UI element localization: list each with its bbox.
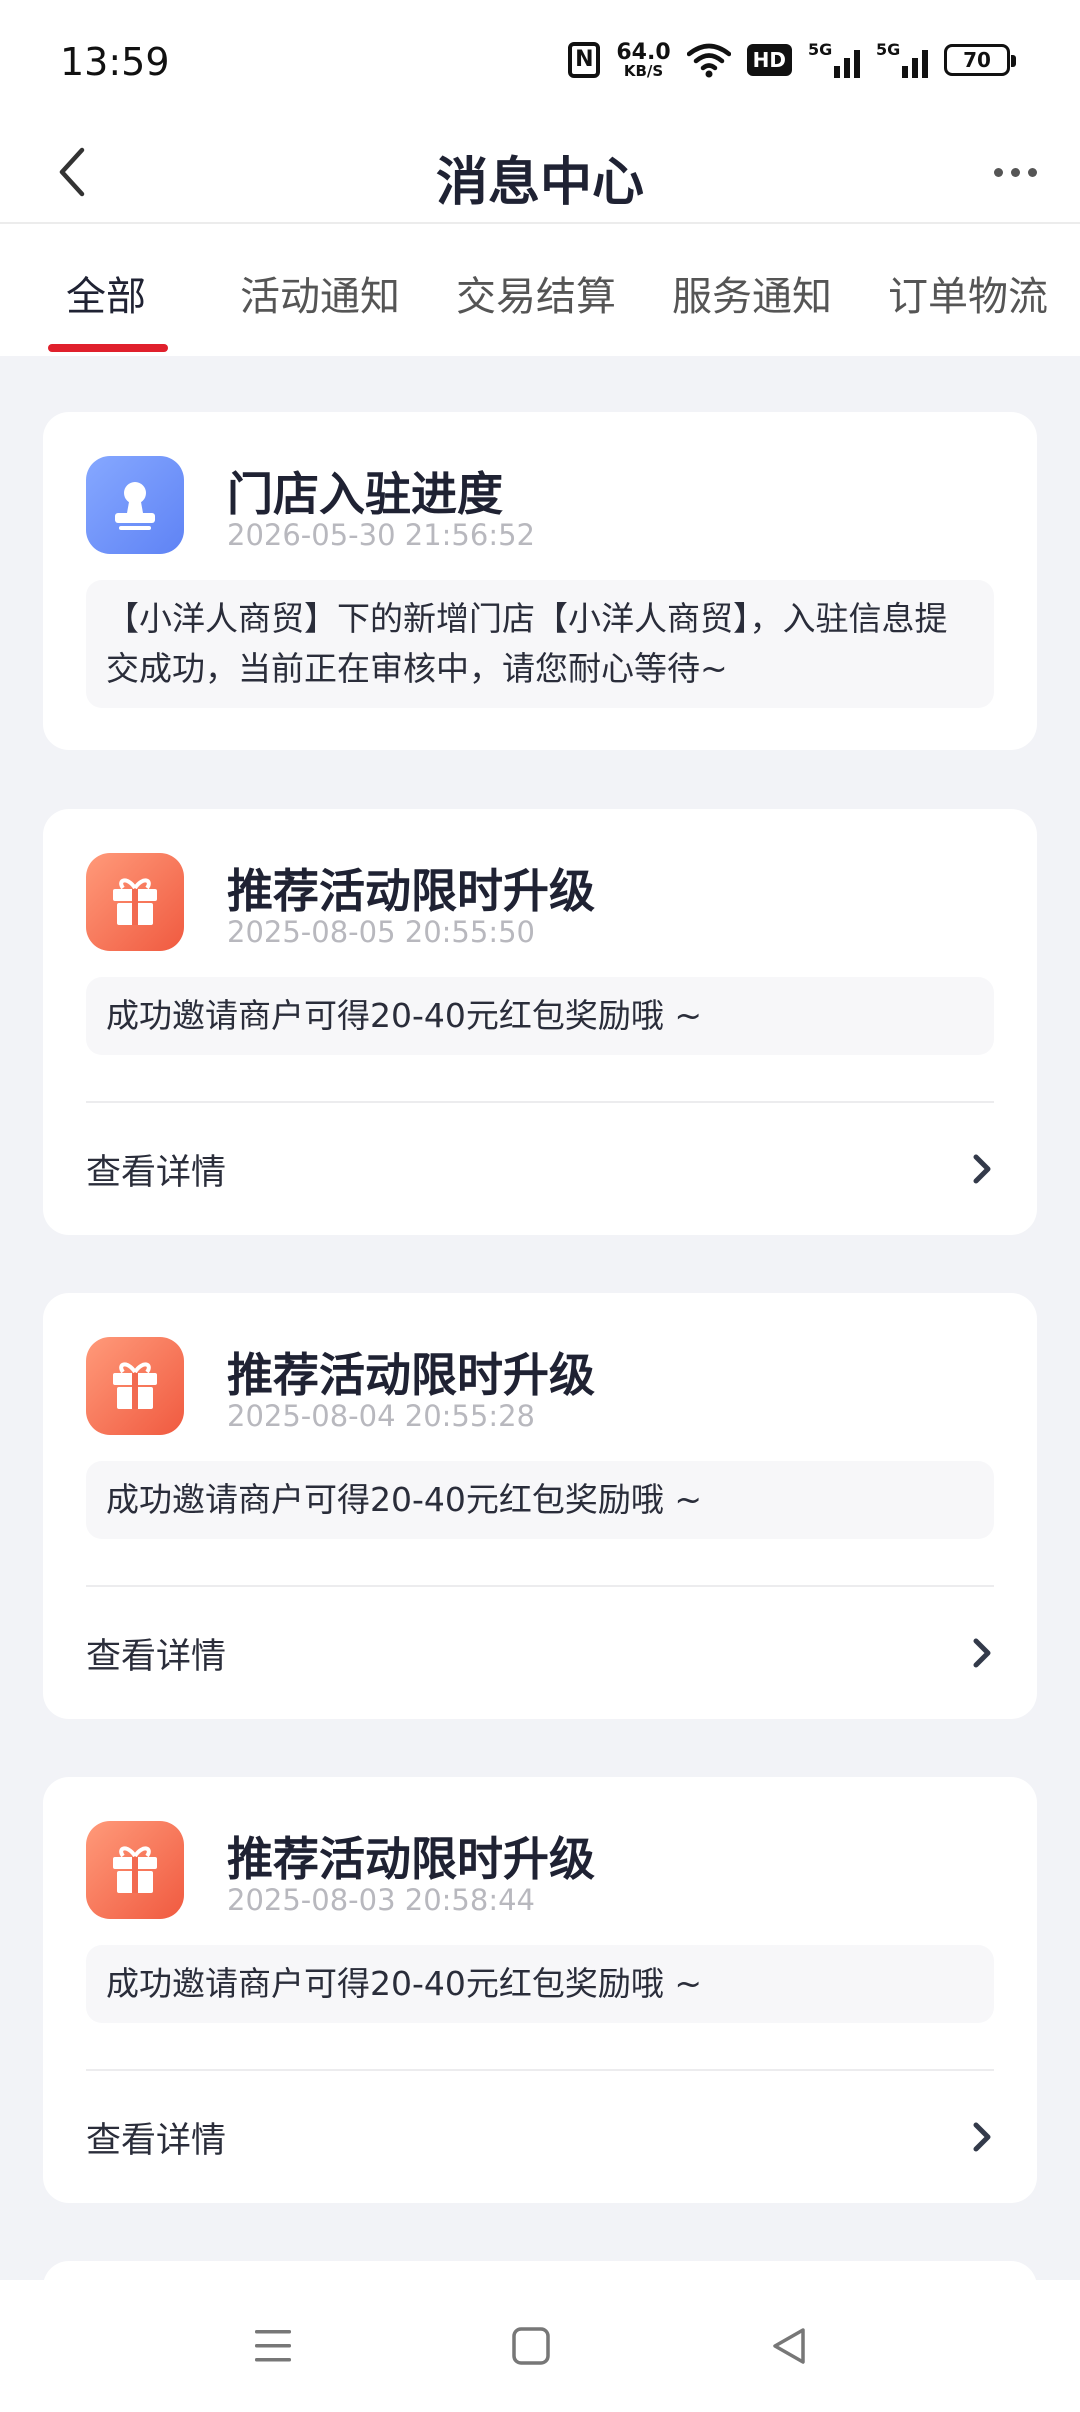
- system-nav-bar: [0, 2280, 1080, 2412]
- message-time: 2025-08-03 20:58:44: [227, 1883, 535, 1917]
- stamp-icon: [86, 456, 184, 554]
- gift-icon: [86, 1337, 184, 1435]
- more-dot-icon: [1027, 167, 1037, 177]
- message-title: 推荐活动限时升级: [227, 864, 595, 918]
- network-speed-unit: KB/S: [623, 61, 664, 80]
- more-options-button[interactable]: [980, 144, 1050, 200]
- message-time: 2025-08-04 20:55:28: [227, 1399, 535, 1433]
- message-time: 2025-08-05 20:55:50: [227, 915, 535, 949]
- menu-icon: [255, 2330, 291, 2362]
- battery-icon: 70: [944, 44, 1016, 76]
- recent-apps-button[interactable]: [238, 2316, 308, 2376]
- message-card[interactable]: 门店入驻进度 2026-05-30 21:56:52 【小洋人商贸】下的新增门店…: [43, 412, 1037, 750]
- status-bar: 13:59 N 64.0 KB/S HD 5G 5G 70: [0, 0, 1080, 120]
- message-body: 成功邀请商户可得20-40元红包奖励哦 ~: [86, 1945, 994, 2023]
- gift-icon: [86, 853, 184, 951]
- view-details-link[interactable]: 查看详情: [86, 1144, 226, 1195]
- message-body: 【小洋人商贸】下的新增门店【小洋人商贸】，入驻信息提交成功，当前正在审核中，请您…: [86, 580, 994, 708]
- tab-service-notice[interactable]: 服务通知: [672, 264, 832, 322]
- message-title: 推荐活动限时升级: [227, 1348, 595, 1402]
- chevron-right-icon[interactable]: [967, 1149, 997, 1189]
- divider: [86, 1101, 994, 1103]
- signal-sim2-label: 5G: [876, 40, 901, 59]
- more-dot-icon: [1010, 167, 1020, 177]
- page-title: 消息中心: [435, 153, 644, 213]
- tab-all[interactable]: 全部: [66, 264, 146, 322]
- tab-order-logistics[interactable]: 订单物流: [888, 264, 1048, 322]
- screen: 13:59 N 64.0 KB/S HD 5G 5G 70 消息中心 全部 活动…: [0, 0, 1080, 2412]
- view-details-link[interactable]: 查看详情: [86, 1628, 226, 1679]
- home-button[interactable]: [496, 2316, 566, 2376]
- back-triangle-icon: [773, 2328, 805, 2364]
- message-card[interactable]: 推荐活动限时升级 2025-08-04 20:55:28 成功邀请商户可得20-…: [43, 1293, 1037, 1719]
- message-card[interactable]: 推荐活动限时升级 2025-08-05 20:55:50 成功邀请商户可得20-…: [43, 809, 1037, 1235]
- gift-icon: [86, 1821, 184, 1919]
- wifi-icon: [686, 42, 731, 78]
- message-title: 推荐活动限时升级: [227, 1832, 595, 1886]
- signal-sim1-icon: 5G: [808, 40, 860, 80]
- more-dot-icon: [993, 167, 1003, 177]
- tab-activity-notice[interactable]: 活动通知: [240, 264, 400, 322]
- back-nav-button[interactable]: [754, 2316, 824, 2376]
- chevron-right-icon[interactable]: [967, 2117, 997, 2157]
- home-square-icon: [512, 2327, 550, 2365]
- nfc-icon: N: [568, 42, 601, 78]
- network-speed: 64.0 KB/S: [616, 39, 671, 80]
- message-body: 成功邀请商户可得20-40元红包奖励哦 ~: [86, 977, 994, 1055]
- status-icons: N 64.0 KB/S HD 5G 5G 70: [568, 38, 1016, 82]
- message-card[interactable]: 推荐活动限时升级 2025-08-03 20:58:44 成功邀请商户可得20-…: [43, 1777, 1037, 2203]
- network-speed-value: 64.0: [616, 39, 671, 65]
- active-tab-indicator: [48, 344, 168, 352]
- divider: [86, 1585, 994, 1587]
- hd-voice-icon: HD: [746, 44, 792, 76]
- signal-sim1-label: 5G: [808, 40, 833, 59]
- status-time: 13:59: [60, 40, 170, 84]
- tab-transaction-settlement[interactable]: 交易结算: [456, 264, 616, 322]
- message-time: 2026-05-30 21:56:52: [227, 518, 535, 552]
- message-title: 门店入驻进度: [227, 467, 503, 521]
- divider: [86, 2069, 994, 2071]
- signal-sim2-icon: 5G: [876, 40, 928, 80]
- category-tabs: 全部 活动通知 交易结算 服务通知 订单物流: [0, 224, 1080, 356]
- view-details-link[interactable]: 查看详情: [86, 2112, 226, 2163]
- message-body: 成功邀请商户可得20-40元红包奖励哦 ~: [86, 1461, 994, 1539]
- chevron-right-icon[interactable]: [967, 1633, 997, 1673]
- app-header: 消息中心: [0, 120, 1080, 224]
